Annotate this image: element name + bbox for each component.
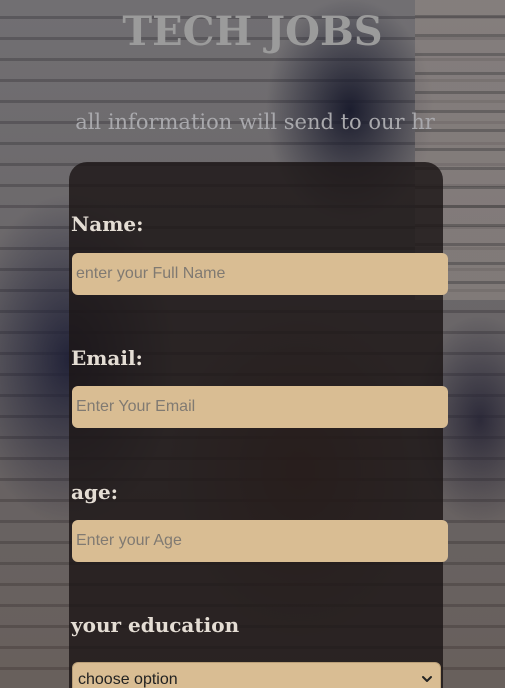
education-select[interactable]: choose option	[72, 662, 441, 688]
education-label: your education	[71, 613, 240, 637]
name-label: Name:	[71, 212, 144, 236]
age-label: age:	[71, 480, 119, 504]
education-selected-value: choose option	[78, 671, 178, 688]
page-subtitle: all information will send to our hr	[75, 110, 435, 134]
email-input[interactable]	[72, 386, 448, 428]
full-name-input[interactable]	[72, 253, 448, 295]
age-input[interactable]	[72, 520, 448, 562]
page-title: TECH JOBS	[122, 8, 383, 55]
chevron-down-icon	[422, 676, 432, 682]
email-label: Email:	[71, 346, 143, 370]
